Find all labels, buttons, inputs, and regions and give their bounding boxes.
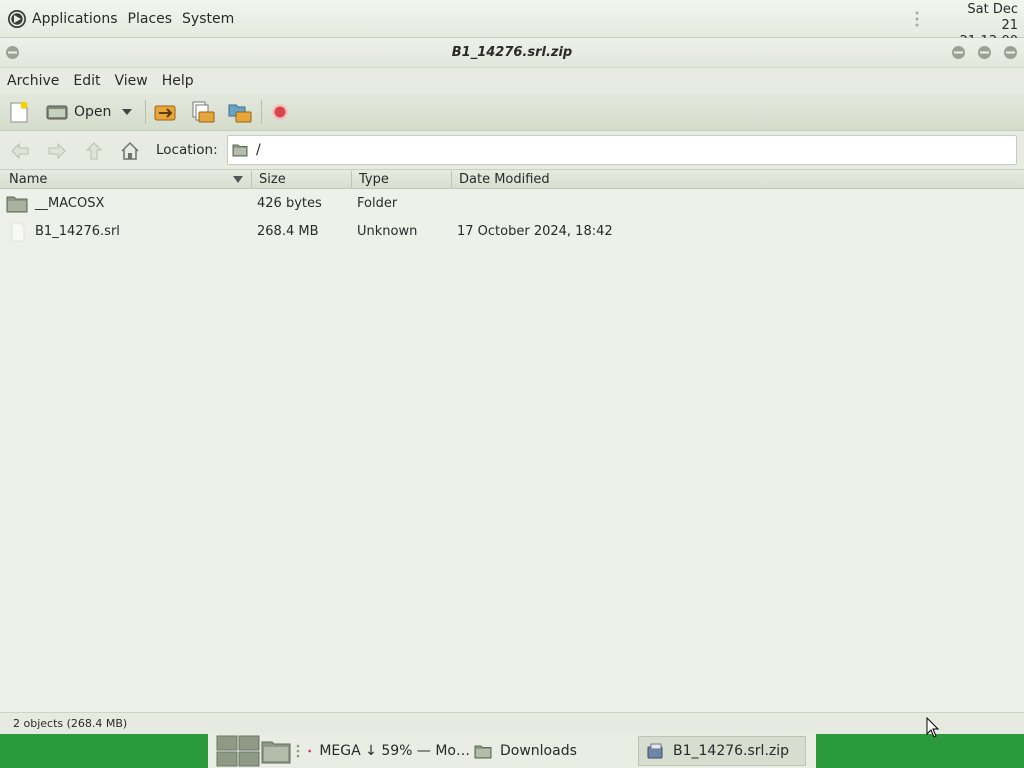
status-text: 2 objects (268.4 MB)	[13, 717, 128, 730]
bottom-taskbar: MEGA ↓ 59% — Mo… Downloads B1_14276.srl.…	[0, 734, 1024, 768]
row-size: 268.4 MB	[257, 224, 319, 239]
toolbar: Open	[0, 94, 1024, 131]
task-label: B1_14276.srl.zip	[673, 743, 790, 759]
sort-arrow-icon[interactable]	[232, 175, 244, 184]
row-name: B1_14276.srl	[35, 224, 120, 239]
show-desktop-icon[interactable]	[261, 738, 291, 764]
firefox-icon	[308, 749, 312, 753]
taskbar-tasklist: MEGA ↓ 59% — Mo… Downloads B1_14276.srl.…	[208, 734, 816, 768]
status-bar: 2 objects (268.4 MB)	[0, 712, 1024, 734]
top-panel: Applications Places System Sat Dec 21 21…	[0, 0, 1024, 49]
task-label: Downloads	[500, 743, 577, 759]
places-menu[interactable]: Places	[128, 11, 173, 27]
folder-icon	[232, 144, 248, 157]
archive-icon	[647, 743, 663, 759]
file-icon	[11, 222, 25, 242]
chevron-down-icon	[122, 109, 132, 115]
toolbar-separator	[261, 100, 262, 124]
open-icon	[46, 105, 68, 120]
location-path: /	[256, 142, 261, 158]
menu-edit[interactable]: Edit	[73, 73, 100, 89]
table-row[interactable]: __MACOSX 426 bytes Folder	[0, 190, 1024, 218]
home-icon[interactable]	[119, 140, 141, 162]
column-header: Name Size Type Date Modified	[0, 170, 1024, 189]
location-label: Location:	[156, 142, 218, 158]
window-titlebar[interactable]: B1_14276.srl.zip	[0, 38, 1024, 68]
add-files-button[interactable]	[190, 100, 216, 124]
applications-menu[interactable]: Applications	[32, 11, 118, 27]
column-date[interactable]: Date Modified	[459, 172, 550, 187]
column-size[interactable]: Size	[259, 172, 286, 187]
new-archive-icon	[10, 101, 28, 123]
forward-arrow-icon[interactable]	[46, 140, 68, 162]
new-archive-button[interactable]	[8, 100, 30, 124]
window-title: B1_14276.srl.zip	[451, 45, 573, 60]
stop-button[interactable]	[270, 100, 290, 124]
row-type: Unknown	[357, 224, 418, 239]
open-button-label: Open	[74, 104, 112, 120]
row-date: 17 October 2024, 18:42	[457, 224, 613, 239]
back-arrow-icon[interactable]	[9, 140, 31, 162]
table-row[interactable]: B1_14276.srl 268.4 MB Unknown 17 October…	[0, 218, 1024, 246]
location-bar: Location: /	[0, 131, 1024, 169]
row-type: Folder	[357, 196, 398, 211]
row-name: __MACOSX	[35, 196, 105, 211]
menu-archive[interactable]: Archive	[7, 73, 59, 89]
system-menu[interactable]: System	[182, 11, 234, 27]
open-dropdown-button[interactable]	[120, 100, 134, 124]
task-downloads[interactable]: Downloads	[466, 736, 636, 766]
add-folder-icon	[228, 104, 252, 123]
column-name[interactable]: Name	[9, 172, 47, 187]
add-folder-button[interactable]	[227, 100, 253, 124]
column-type[interactable]: Type	[359, 172, 389, 187]
location-input[interactable]: /	[227, 135, 1017, 165]
task-firefox[interactable]: MEGA ↓ 59% — Mo…	[300, 736, 470, 766]
folder-icon	[474, 745, 492, 758]
mouse-pointer-icon	[926, 717, 940, 738]
row-size: 426 bytes	[257, 196, 322, 211]
clock-date: Sat Dec 21	[967, 2, 1018, 33]
add-files-icon	[192, 101, 215, 123]
maximize-icon[interactable]	[977, 45, 992, 60]
toolbar-separator	[145, 100, 146, 124]
panel-handle-icon[interactable]	[912, 10, 922, 28]
minimize-icon[interactable]	[951, 45, 966, 60]
menu-view[interactable]: View	[115, 73, 148, 89]
column-divider[interactable]	[251, 171, 252, 188]
distro-logo-icon[interactable]	[7, 9, 27, 29]
extract-icon	[154, 105, 176, 121]
extract-button[interactable]	[153, 100, 179, 124]
task-label: MEGA ↓ 59% — Mo…	[319, 743, 470, 759]
up-arrow-icon[interactable]	[83, 140, 105, 162]
column-divider[interactable]	[451, 171, 452, 188]
column-divider[interactable]	[351, 171, 352, 188]
menu-help[interactable]: Help	[162, 73, 194, 89]
file-list: Name Size Type Date Modified __MACOSX 42…	[0, 169, 1024, 712]
open-button[interactable]: Open	[46, 100, 111, 124]
task-archive-window[interactable]: B1_14276.srl.zip	[638, 736, 806, 766]
folder-icon	[6, 196, 28, 213]
menubar: Archive Edit View Help	[0, 68, 1024, 94]
stop-icon	[272, 104, 288, 120]
close-icon[interactable]	[1003, 45, 1018, 60]
workspace-switcher-icon[interactable]	[216, 735, 260, 767]
